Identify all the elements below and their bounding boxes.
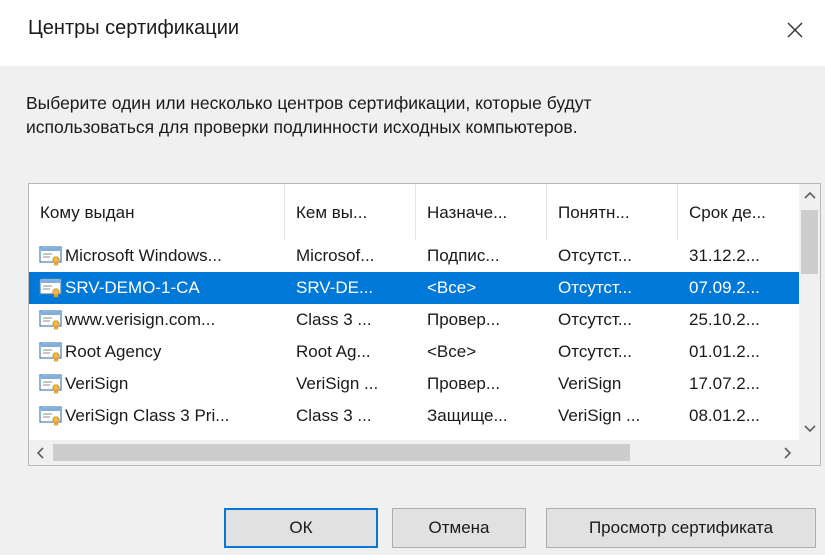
- certificate-icon: [39, 278, 62, 298]
- cell-expiration: 08.01.2...: [689, 406, 760, 425]
- column-header-issued-to[interactable]: Кому выдан: [29, 184, 285, 240]
- chevron-up-icon: [803, 191, 816, 199]
- cell-purpose: Подпис...: [427, 246, 500, 265]
- close-icon: [787, 22, 803, 38]
- cell-purpose: Защище...: [427, 406, 508, 425]
- cell-issued-by: Class 3 ...: [296, 406, 372, 425]
- table-row[interactable]: Microsoft Windows... Microsof... Подпис...…: [29, 240, 799, 272]
- cell-purpose: <Все>: [427, 342, 477, 361]
- cell-issued-by: VeriSign ...: [296, 374, 379, 393]
- certification-authorities-dialog: Центры сертификации Выберите один или не…: [0, 0, 825, 555]
- cell-purpose: <Все>: [427, 278, 477, 297]
- cell-expiration: 01.01.2...: [689, 342, 760, 361]
- certificate-list[interactable]: Кому выдан Кем вы... Назначе... Понятн..…: [28, 183, 821, 466]
- horizontal-scroll-thumb[interactable]: [53, 444, 630, 461]
- description-line-2: использоваться для проверки подлинности …: [26, 117, 578, 137]
- table-row[interactable]: www.verisign.com... Class 3 ... Провер... О…: [29, 304, 799, 336]
- dialog-body: Выберите один или несколько центров серт…: [0, 66, 825, 555]
- scroll-up-button[interactable]: [799, 184, 820, 206]
- certificate-icon: [39, 406, 62, 426]
- cell-friendly-name: Отсутст...: [558, 342, 632, 361]
- cell-issued-to-label: VeriSign Class 3 Pri...: [65, 406, 230, 425]
- cell-purpose: Провер...: [427, 310, 501, 329]
- certificate-icon: [39, 342, 62, 362]
- cell-issued-by: SRV-DE...: [296, 278, 374, 297]
- table-row[interactable]: VeriSign VeriSign ... Провер... VeriSign 17.…: [29, 368, 799, 400]
- description-text: Выберите один или несколько центров серт…: [26, 91, 786, 139]
- horizontal-scrollbar[interactable]: [29, 440, 799, 465]
- scrollbar-corner: [799, 440, 820, 465]
- cell-issued-by: Class 3 ...: [296, 310, 372, 329]
- certificate-icon: [39, 310, 62, 330]
- cell-issued-by: Microsof...: [296, 246, 375, 265]
- cell-friendly-name: Отсутст...: [558, 278, 632, 297]
- chevron-left-icon: [36, 446, 44, 459]
- column-header-friendly-name[interactable]: Понятн...: [547, 184, 678, 240]
- cell-expiration: 07.09.2...: [689, 278, 760, 297]
- cell-expiration: 25.10.2...: [689, 310, 760, 329]
- list-rows: Microsoft Windows... Microsof... Подпис...…: [29, 240, 799, 432]
- vertical-scroll-thumb[interactable]: [801, 210, 818, 274]
- chevron-down-icon: [803, 425, 816, 433]
- cell-friendly-name: Отсутст...: [558, 310, 632, 329]
- list-header: Кому выдан Кем вы... Назначе... Понятн..…: [29, 184, 799, 240]
- dialog-title: Центры сертификации: [28, 17, 240, 39]
- cell-expiration: 31.12.2...: [689, 246, 760, 265]
- cell-issued-to: SRV-DEMO-1-CA: [29, 277, 285, 299]
- vertical-scrollbar[interactable]: [799, 184, 820, 440]
- view-certificate-button[interactable]: Просмотр сертификата: [546, 508, 816, 548]
- description-line-1: Выберите один или несколько центров серт…: [26, 93, 592, 113]
- column-header-issued-by[interactable]: Кем вы...: [285, 184, 416, 240]
- column-header-purpose[interactable]: Назначе...: [416, 184, 547, 240]
- column-header-expiration[interactable]: Срок де...: [678, 184, 799, 240]
- cell-expiration: 17.07.2...: [689, 374, 760, 393]
- cell-friendly-name: VeriSign: [558, 374, 622, 393]
- scroll-right-button[interactable]: [777, 440, 799, 465]
- scroll-left-button[interactable]: [29, 440, 51, 465]
- cell-issued-to: VeriSign Class 3 Pri...: [29, 405, 285, 427]
- close-button[interactable]: [765, 0, 825, 60]
- cell-issued-to-label: VeriSign: [65, 374, 129, 393]
- cell-issued-to: www.verisign.com...: [29, 309, 285, 331]
- cell-issued-to-label: www.verisign.com...: [65, 310, 216, 329]
- table-row[interactable]: VeriSign Class 3 Pri... Class 3 ... Защище…: [29, 400, 799, 432]
- cell-issued-to-label: Root Agency: [65, 342, 162, 361]
- cell-issued-to-label: SRV-DEMO-1-CA: [65, 278, 200, 297]
- cell-issued-to: Microsoft Windows...: [29, 245, 285, 267]
- cell-issued-to-label: Microsoft Windows...: [65, 246, 222, 265]
- chevron-right-icon: [784, 446, 792, 459]
- cell-friendly-name: VeriSign ...: [558, 406, 641, 425]
- certificate-icon: [39, 374, 62, 394]
- title-bar: Центры сертификации: [0, 0, 825, 66]
- scroll-down-button[interactable]: [799, 418, 820, 440]
- cell-issued-to: Root Agency: [29, 341, 285, 363]
- table-row[interactable]: SRV-DEMO-1-CA SRV-DE... <Все> Отсутст... 07.…: [29, 272, 799, 304]
- cell-issued-to: VeriSign: [29, 373, 285, 395]
- cell-friendly-name: Отсутст...: [558, 246, 632, 265]
- cancel-button[interactable]: Отмена: [392, 508, 526, 548]
- table-row[interactable]: Root Agency Root Ag... <Все> Отсутст... 01.0…: [29, 336, 799, 368]
- certificate-icon: [39, 246, 62, 266]
- cell-purpose: Провер...: [427, 374, 501, 393]
- ok-button[interactable]: ОК: [224, 508, 378, 548]
- cell-issued-by: Root Ag...: [296, 342, 371, 361]
